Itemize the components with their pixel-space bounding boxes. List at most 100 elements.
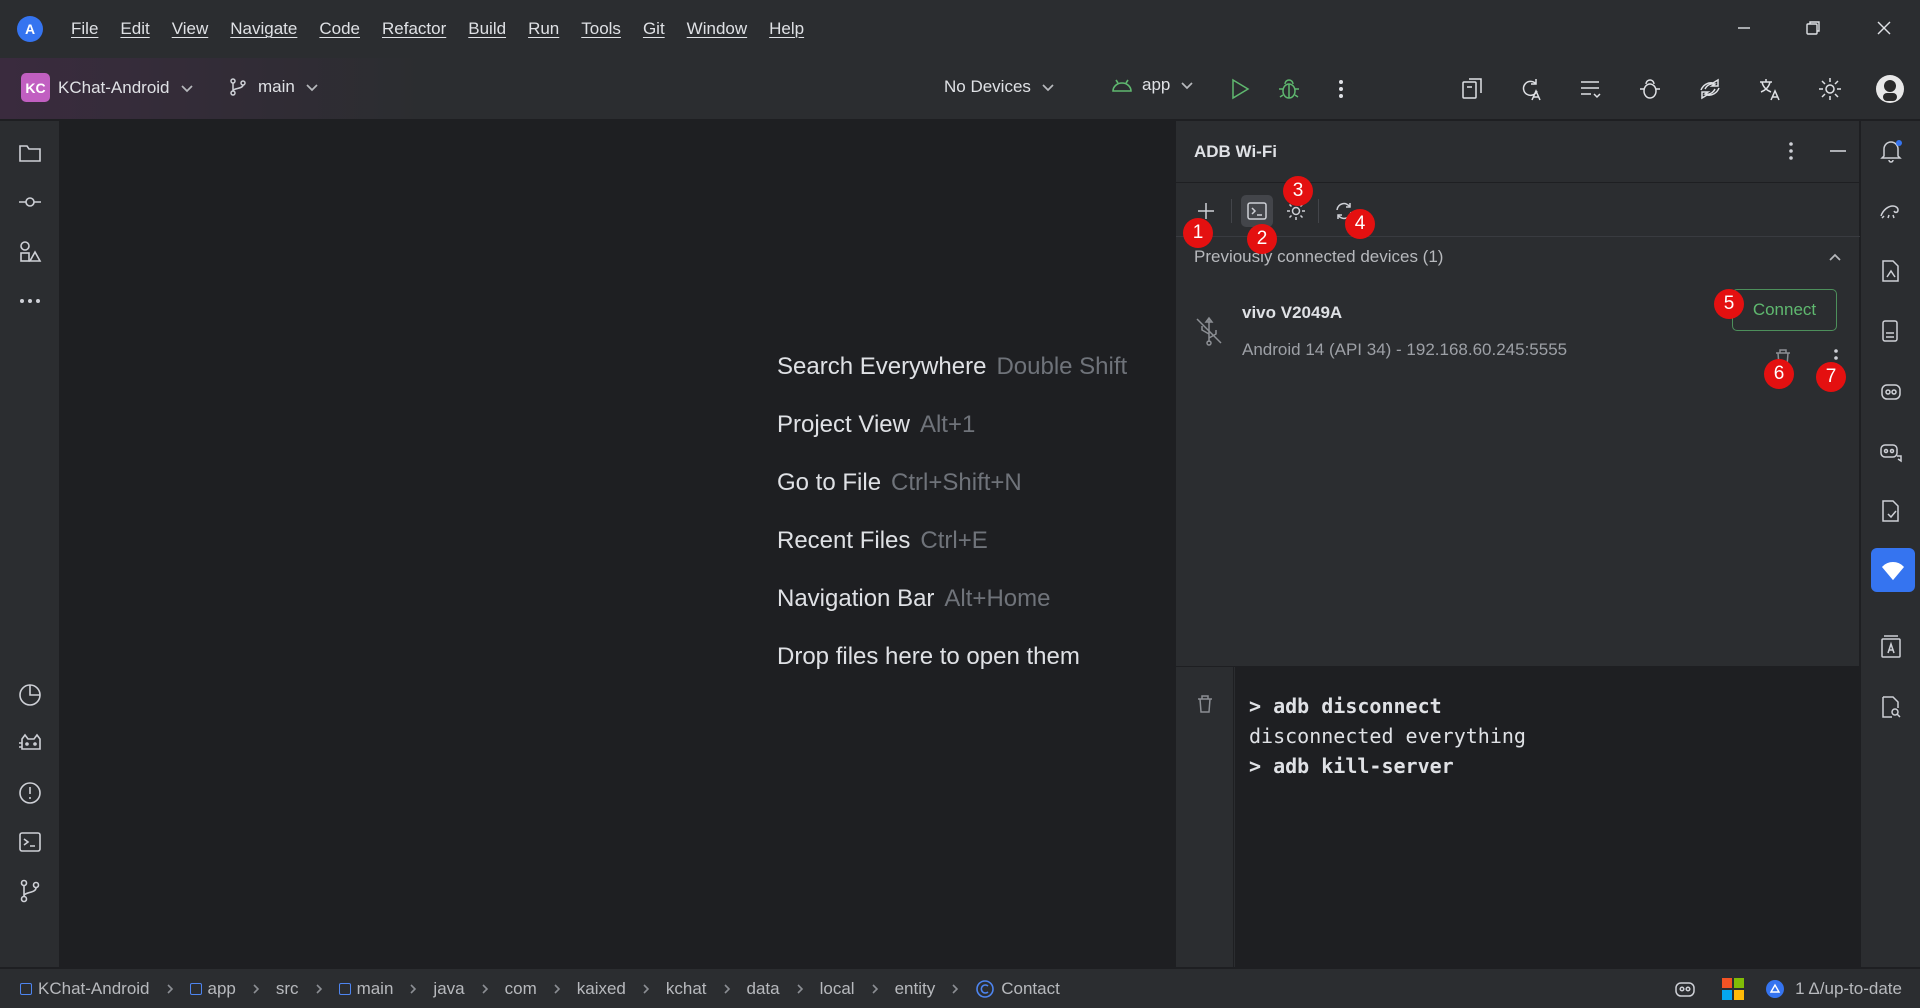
panel-hide-button[interactable] (1826, 139, 1850, 163)
breadcrumb-item[interactable]: entity (895, 979, 936, 999)
file-search-button[interactable] (1875, 691, 1907, 723)
chevron-up-icon[interactable] (1827, 249, 1843, 265)
terminal-icon (19, 832, 41, 852)
file-check-button[interactable] (1875, 495, 1907, 527)
log-line: > adb kill-server (1249, 754, 1454, 778)
connect-button[interactable]: Connect (1732, 289, 1837, 331)
copilot-button[interactable] (1875, 375, 1907, 407)
branch-selector[interactable]: main (228, 77, 319, 97)
chevron-down-icon (1042, 84, 1054, 92)
breadcrumb-item[interactable]: app (189, 979, 236, 999)
translate-icon (1760, 79, 1780, 101)
minimize-button[interactable] (1726, 12, 1762, 44)
menu-build[interactable]: Build (468, 19, 506, 39)
breadcrumb-item[interactable]: main (338, 979, 393, 999)
breadcrumb-item[interactable]: KChat-Android (20, 979, 150, 999)
status-bar: KChat-Android app src main java com kaix… (0, 968, 1920, 1008)
breadcrumb-item[interactable]: java (433, 979, 464, 999)
menu-help[interactable]: Help (769, 19, 804, 39)
device-manager-button[interactable] (1875, 315, 1907, 347)
restore-button[interactable] (1795, 12, 1831, 44)
adb-wifi-button[interactable] (1871, 548, 1915, 592)
bell-icon (1880, 140, 1902, 163)
menu-edit[interactable]: Edit (120, 19, 149, 39)
project-tool-button[interactable] (14, 137, 46, 169)
notifications-button[interactable] (1875, 135, 1907, 167)
vcs-status[interactable]: 1 Δ/up-to-date (1795, 979, 1902, 999)
chevron-right-icon (643, 983, 650, 994)
run-button[interactable] (1222, 72, 1256, 106)
device-selector[interactable]: No Devices (944, 77, 1055, 97)
adb-wifi-panel: ADB Wi-Fi Previously connected devices (… (1175, 121, 1860, 967)
previously-connected-header[interactable]: Previously connected devices (1) (1194, 247, 1443, 267)
chevron-right-icon (166, 983, 173, 994)
wifi-icon (1881, 562, 1905, 581)
adb-log-output[interactable]: > adb disconnect disconnected everything… (1235, 667, 1860, 967)
minimize-icon (1830, 150, 1846, 152)
gradle-button[interactable] (1875, 195, 1907, 227)
toggle-log-button[interactable] (1241, 195, 1273, 227)
gradle-icon (1880, 205, 1899, 219)
debug-button[interactable] (1272, 72, 1306, 106)
run-config-selector[interactable]: app (1110, 75, 1194, 95)
menu-navigate[interactable]: Navigate (230, 19, 297, 39)
resource-manager-button[interactable] (14, 235, 46, 267)
clear-log-button[interactable] (1194, 693, 1216, 715)
breadcrumb-item[interactable]: data (747, 979, 780, 999)
windows-logo-icon[interactable] (1721, 977, 1745, 1001)
translation-button[interactable] (1875, 631, 1907, 663)
menu-file[interactable]: File (71, 19, 98, 39)
problems-button[interactable] (14, 777, 46, 809)
menu-run[interactable]: Run (528, 19, 559, 39)
user-avatar[interactable] (1873, 72, 1907, 106)
menu-code[interactable]: Code (319, 19, 360, 39)
menu-tools[interactable]: Tools (581, 19, 621, 39)
terminal-button[interactable] (14, 826, 46, 858)
more-actions-button[interactable] (1324, 72, 1358, 106)
tool-button-4[interactable] (1633, 72, 1667, 106)
version-control-button[interactable] (14, 875, 46, 907)
device-file-explorer-button[interactable] (1875, 255, 1907, 287)
menu-git[interactable]: Git (643, 19, 665, 39)
project-name: KChat-Android (58, 77, 170, 97)
breadcrumb-item[interactable]: com (505, 979, 537, 999)
breadcrumb-item[interactable]: local (820, 979, 855, 999)
breadcrumb-item[interactable]: Contact (975, 979, 1060, 999)
adb-toolbar (1176, 183, 1860, 237)
device-name: vivo V2049A (1242, 303, 1343, 322)
copilot-chat-button[interactable] (1875, 435, 1907, 467)
project-selector[interactable]: KC KChat-Android (21, 73, 194, 102)
tool-button-1[interactable] (1455, 72, 1489, 106)
panel-options-button[interactable] (1779, 139, 1803, 163)
run-config-name: app (1142, 75, 1171, 94)
class-icon (976, 979, 995, 998)
main-toolbar: KC KChat-Android main No Devices app (0, 58, 1920, 120)
breadcrumb-item[interactable]: kaixed (577, 979, 626, 999)
chevron-right-icon (723, 983, 730, 994)
bug-icon (1279, 79, 1299, 99)
profiler-button[interactable] (14, 679, 46, 711)
logcat-button[interactable] (14, 728, 46, 760)
breadcrumb-item[interactable]: src (276, 979, 299, 999)
annotation-marker: 4 (1345, 209, 1375, 239)
annotation-marker: 1 (1183, 218, 1213, 248)
commit-tool-button[interactable] (14, 186, 46, 218)
settings-button[interactable] (1813, 72, 1847, 106)
tool-button-6[interactable] (1753, 72, 1787, 106)
android-studio-logo[interactable]: A (17, 16, 43, 42)
device-manager-icon (1882, 320, 1898, 342)
panel-title: ADB Wi-Fi (1194, 142, 1277, 161)
tool-button-2[interactable] (1514, 72, 1548, 106)
play-icon (1232, 78, 1250, 100)
restore-icon (1806, 21, 1820, 35)
menu-refactor[interactable]: Refactor (382, 19, 446, 39)
menu-window[interactable]: Window (687, 19, 747, 39)
tool-button-3[interactable] (1573, 72, 1607, 106)
module-icon (20, 982, 32, 995)
close-window-button[interactable] (1866, 12, 1902, 44)
breadcrumb-item[interactable]: kchat (666, 979, 707, 999)
copilot-status-icon[interactable] (1673, 977, 1697, 1001)
menu-view[interactable]: View (172, 19, 209, 39)
more-tools-button[interactable] (14, 285, 46, 317)
tool-button-5[interactable] (1693, 72, 1727, 106)
